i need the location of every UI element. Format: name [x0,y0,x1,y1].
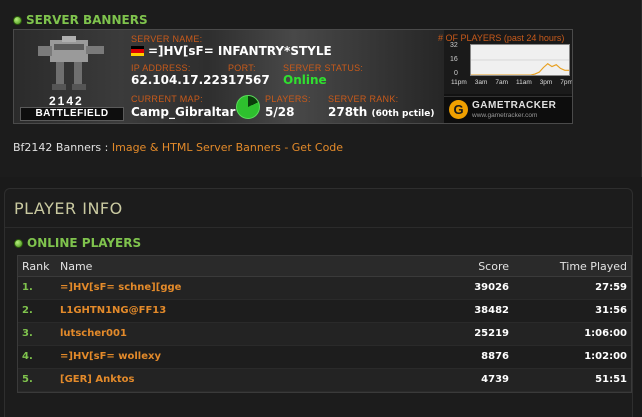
graph-xtick: 3pm [539,79,553,86]
server-banners-heading-text: SERVER BANNERS [26,13,148,27]
port-value: 17567 [228,73,270,87]
graph-xtick: 7am [495,79,508,86]
player-name-link[interactable]: =]HV[sF= schne][gge [60,277,181,299]
server-rank-value: 278th (60th pctile) [328,105,434,119]
current-map-value: Camp_Gibraltar [131,105,236,119]
player-time-played: 1:06:00 [584,328,627,339]
game-name: BATTLEFIELD [20,107,124,121]
server-rank-number: 278th [328,105,368,119]
banner-code-prefix: Bf2142 Banners : [13,141,112,154]
players-pie-chart [236,95,260,119]
player-time-played: 31:56 [595,305,627,316]
server-rank-label: SERVER RANK: [328,94,399,104]
graph-xtick: 7pm [560,79,573,86]
gametracker-url: www.gametracker.com [472,112,538,119]
graph-xtick: 3am [474,79,488,86]
column-name[interactable]: Name [60,256,92,277]
graph-ytick-bottom: 0 [454,70,458,77]
player-rank: 3. [22,328,33,339]
player-score: 39026 [474,282,509,293]
column-score[interactable]: Score [478,256,509,277]
server-name-label: SERVER NAME: [131,34,203,44]
player-name-link[interactable]: [GER] Anktos [60,369,134,391]
player-time-played: 1:02:00 [584,351,627,362]
ip-address-label: IP ADDRESS: [131,63,191,73]
gametracker-g-icon: G [449,100,468,119]
server-rank-percentile: (60th pctile) [371,109,435,119]
player-info-title: PLAYER INFO [14,199,123,218]
player-info-panel: PLAYER INFO ONLINE PLAYERS Rank Name Sco… [4,188,633,417]
player-info-divider [5,227,632,228]
table-row: 5. [GER] Anktos 4739 51:51 [18,369,631,392]
player-score: 4739 [481,374,509,385]
player-score: 25219 [474,328,509,339]
graph-xtick: 11pm [451,79,467,86]
server-status-value: Online [283,73,327,87]
player-score: 38482 [474,305,509,316]
column-rank[interactable]: Rank [22,256,49,277]
server-banner[interactable]: 2142 BATTLEFIELD SERVER NAME: =]HV[sF= I… [13,29,573,124]
graph-xtick: 11am [515,79,532,86]
bullet-dot-icon [14,238,23,248]
player-rank: 1. [22,282,33,293]
graph-xticks: 11pm 3am 7am 11am 3pm 7pm [451,79,573,86]
player-rank: 4. [22,351,33,362]
banner-code-line: Bf2142 Banners : Image & HTML Server Ban… [13,141,343,154]
player-time-played: 27:59 [595,282,627,293]
player-rank: 5. [22,374,33,385]
server-name-value: =]HV[sF= INFANTRY*STYLE [148,44,332,58]
ip-address-value: 62.104.17.223 [131,73,229,87]
mech-robot-icon [38,36,104,90]
bullet-dot-icon [13,15,22,25]
player-name-link[interactable]: =]HV[sF= wollexy [60,346,161,368]
germany-flag-icon [131,46,144,56]
server-status-label: SERVER STATUS: [283,63,364,73]
current-map-label: CURRENT MAP: [131,94,203,104]
player-rank: 2. [22,305,33,316]
players-graph-line [471,63,569,75]
gametracker-name: GAMETRACKER [472,100,557,111]
player-time-played: 51:51 [595,374,627,385]
get-code-link[interactable]: Image & HTML Server Banners - Get Code [112,141,343,154]
game-year: 2142 [49,94,84,108]
port-label: PORT: [228,63,256,73]
table-row: 3. lutscher001 25219 1:06:00 [18,323,631,346]
table-row: 2. L1GHTN1NG@FF13 38482 31:56 [18,300,631,323]
online-players-heading: ONLINE PLAYERS [14,236,141,250]
table-row: 4. =]HV[sF= wollexy 8876 1:02:00 [18,346,631,369]
players-graph-plot [470,44,570,76]
server-banners-panel: SERVER BANNERS 2142 BATTLEFIELD SERVER N… [0,0,642,177]
players-table: Rank Name Score Time Played 1. =]HV[sF= … [17,255,632,393]
gametracker-logo[interactable]: G GAMETRACKER www.gametracker.com [444,96,572,123]
player-name-link[interactable]: lutscher001 [60,323,127,345]
players-table-header: Rank Name Score Time Played [18,256,631,277]
player-name-link[interactable]: L1GHTN1NG@FF13 [60,300,166,322]
online-players-heading-text: ONLINE PLAYERS [27,236,142,250]
players-label: PLAYERS: [265,94,311,104]
player-score: 8876 [481,351,509,362]
table-row: 1. =]HV[sF= schne][gge 39026 27:59 [18,277,631,300]
graph-ytick-top: 32 [450,42,458,49]
column-time-played[interactable]: Time Played [560,256,627,277]
players-value: 5/28 [265,105,295,119]
server-banners-heading: SERVER BANNERS [13,13,148,27]
graph-ytick-mid: 16 [450,56,458,63]
